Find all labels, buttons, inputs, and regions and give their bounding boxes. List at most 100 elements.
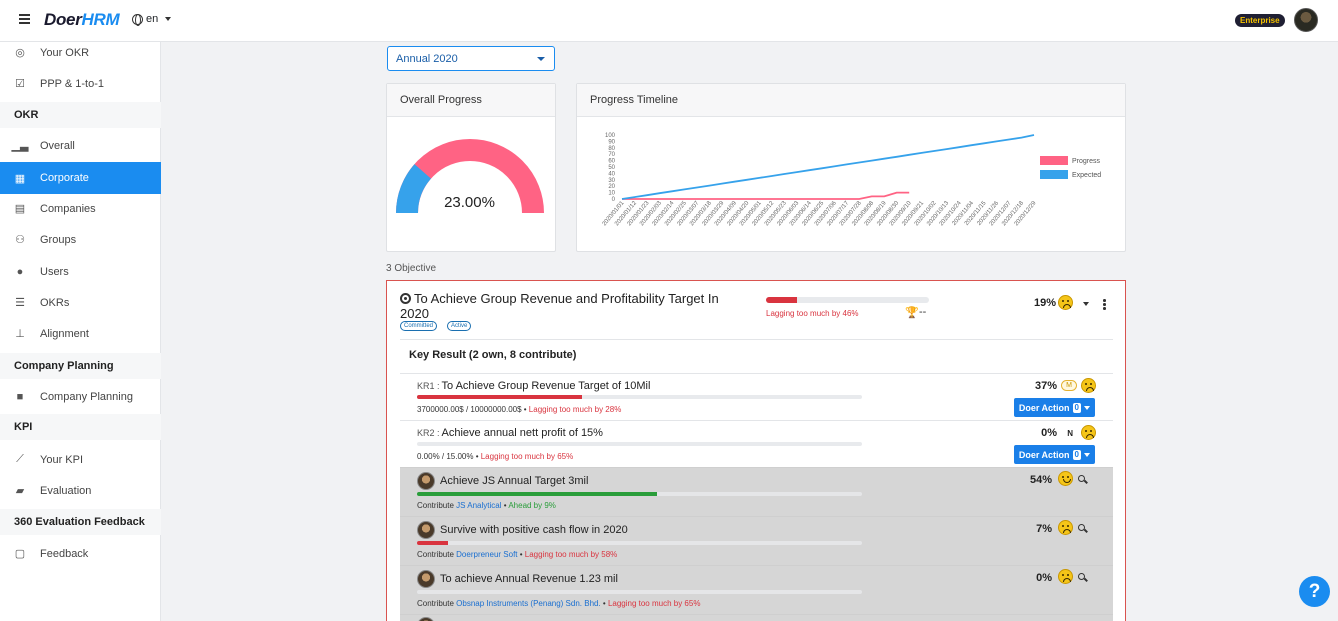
kr-percent: 37% [1034,380,1057,392]
objective-card[interactable]: To Achieve Group Revenue and Profitabili… [386,280,1126,621]
sidebar-item-okrs[interactable]: ☰ OKRs [0,287,161,318]
kr-status: Lagging too much by 65% [480,452,574,461]
key-result-row[interactable]: KR2 : Achieve annual nett profit of 15% 0… [400,420,1113,467]
sidebar-item-users[interactable]: ● Users [0,256,161,287]
sidebar-item-your-kpi[interactable]: ⟋ Your KPI [0,444,161,475]
sidebar-heading-okr: OKR [0,102,161,128]
sidebar-item-overall[interactable]: ▁▃ Overall [0,130,161,161]
sidebar-item-corporate[interactable]: ▦ Corporate [0,162,161,194]
key-result-heading: Key Result (2 own, 8 contribute) [409,349,577,361]
contribution-percent: 0% [1036,572,1052,584]
sidebar-item-label: Company Planning [40,390,133,403]
language-selector[interactable]: en [132,13,172,26]
key-result-title[interactable]: KR2 : Achieve annual nett profit of 15% [417,427,603,439]
target-icon [400,293,411,304]
contribution-row[interactable]: Achieve JS Annual Target 3mil Contribute… [400,467,1113,516]
contribution-percent: 7% [1036,523,1052,535]
contribution-org-link[interactable]: JS Analytical [456,501,501,510]
kr-meta: 3700000.00$ / 10000000.00$ • Lagging too… [417,405,622,414]
sidebar-item-label: Users [40,265,69,278]
app-logo[interactable]: DoerHRM [44,10,120,30]
button-label: Doer Action [1018,402,1070,413]
contribution-title-text: Achieve JS Annual Target 3mil [440,475,589,487]
line-chart-icon: ⟋ [16,453,24,465]
sidebar-item-label: Your KPI [40,453,84,466]
contribution-prefix: Contribute [417,501,454,510]
contribution-status: Ahead by 9% [508,501,556,510]
objective-title-text: To Achieve Group Revenue and Profitabili… [400,291,719,321]
sidebar-item-companies[interactable]: ▤ Companies [0,193,161,224]
contribution-progress-bar [417,590,862,594]
y-tick-label: 20 [608,184,615,190]
chevron-down-icon [165,17,172,21]
contribution-progress-bar [417,541,862,545]
sidebar-item-evaluation[interactable]: ▰ Evaluation [0,475,161,506]
series-line-expected [621,134,1035,200]
sad-face-icon [1081,378,1096,393]
progress-fill [417,492,658,496]
sidebar-item-feedback[interactable]: ▢ Feedback [0,538,161,569]
y-tick-label: 0 [612,197,616,203]
kr-values: 3700000.00$ / 10000000.00$ [417,405,522,414]
objective-title[interactable]: To Achieve Group Revenue and Profitabili… [400,291,750,321]
trophy-value: -- [919,306,927,318]
contribution-row[interactable] [400,614,1113,621]
sidebar-item-your-okr[interactable]: ◎ Your OKR [0,37,161,68]
sidebar-heading-kpi: KPI [0,414,161,440]
building-icon: ▦ [14,172,26,185]
office-building-icon: ▤ [14,203,26,215]
kr-flag-badge: M [1061,380,1077,391]
sad-face-icon [1058,520,1073,535]
sitemap-icon: ⊥ [15,328,25,340]
contribution-org-link[interactable]: Obsnap Instruments (Penang) Sdn. Bhd. [456,599,601,608]
sidebar-item-label: Alignment [40,327,89,340]
kr-values: 0.00% / 15.00% [417,452,474,461]
menu-icon[interactable] [19,14,30,24]
sidebar-item-ppp[interactable]: ☑ PPP & 1-to-1 [0,68,161,99]
key-result-title[interactable]: KR1 : To Achieve Group Revenue Target of … [417,380,650,392]
objective-progress-bar [766,297,929,303]
contribution-title-text: Survive with positive cash flow in 2020 [440,524,628,536]
sidebar-heading-company-planning: Company Planning [0,353,161,379]
period-select[interactable]: Annual 2020 [387,46,555,71]
y-tick-label: 50 [608,165,615,171]
series-line-progress [622,191,910,200]
avatar [417,617,435,621]
sad-face-icon [1081,425,1096,440]
y-tick-label: 40 [608,171,615,177]
chevron-down-icon [1084,405,1090,410]
period-value: Annual 2020 [396,52,458,65]
help-button[interactable]: ? [1299,576,1330,607]
contribution-status: Lagging too much by 65% [607,599,701,608]
sidebar-item-label: OKRs [40,296,70,309]
doer-action-button[interactable]: Doer Action 0 [1013,445,1095,464]
contribution-title[interactable]: Survive with positive cash flow in 2020 [417,521,628,539]
kr-progress-bar [417,395,862,399]
language-label: en [146,13,159,25]
contribution-org-link[interactable]: Doerpreneur Soft [456,550,517,559]
expand-caret-icon[interactable] [1083,302,1089,306]
user-avatar[interactable] [1294,8,1318,32]
sidebar-item-company-planning[interactable]: ■ Company Planning [0,381,161,412]
action-count: 0 [1072,402,1081,413]
search-icon[interactable] [1078,475,1085,482]
contribution-row[interactable]: Survive with positive cash flow in 2020 … [400,516,1113,565]
search-icon[interactable] [1078,573,1085,580]
objective-status: Lagging too much by 46% [766,309,859,318]
sidebar-item-groups[interactable]: ⚇ Groups [0,224,161,255]
sidebar-item-alignment[interactable]: ⊥ Alignment [0,318,161,349]
contribution-row[interactable]: To achieve Annual Revenue 1.23 mil Contr… [400,565,1113,614]
sidebar-item-label: PPP & 1-to-1 [40,77,104,90]
chevron-down-icon [1084,452,1090,457]
more-options-icon[interactable] [1103,299,1106,310]
contribution-title[interactable]: To achieve Annual Revenue 1.23 mil [417,570,618,588]
y-tick-label: 100 [605,133,616,139]
bar-chart-icon: ▁▃ [11,140,29,152]
users-icon: ⚇ [15,234,25,246]
doer-action-button[interactable]: Doer Action 0 [1013,398,1095,417]
search-icon[interactable] [1078,524,1085,531]
contribution-title[interactable]: Achieve JS Annual Target 3mil [417,472,588,490]
key-result-row[interactable]: KR1 : To Achieve Group Revenue Target of … [400,373,1113,420]
y-tick-label: 80 [608,146,615,152]
kr-id: KR2 : [417,428,440,438]
